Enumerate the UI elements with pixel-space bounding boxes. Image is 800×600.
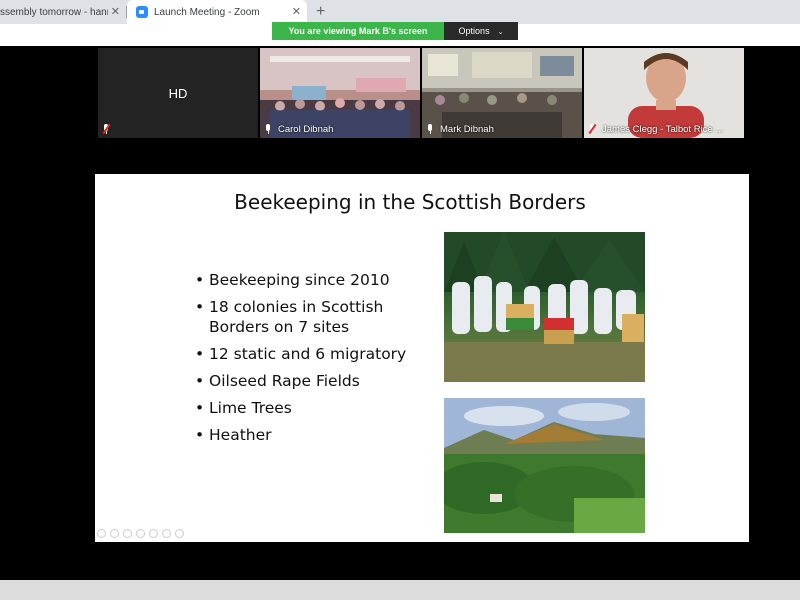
participant-tile[interactable]: James Clegg - Talbot Rice ... xyxy=(584,48,744,138)
browser-tab-assembly[interactable]: ssembly tomorrow - hanna ✕ xyxy=(0,0,126,24)
participant-name-label xyxy=(102,123,116,135)
browser-bottom-bar xyxy=(0,580,800,600)
share-status-text: You are viewing Mark B's screen xyxy=(272,22,444,40)
participant-tile[interactable]: HD xyxy=(98,48,258,138)
slide-control-icon[interactable] xyxy=(110,529,119,538)
screen-share-banner: You are viewing Mark B's screen Options ⌄ xyxy=(272,22,518,40)
slide-control-icon[interactable] xyxy=(97,529,106,538)
bullet-item: Oilseed Rape Fields xyxy=(195,371,435,391)
participant-name: Mark Dibnah xyxy=(440,124,494,135)
tab-title: ssembly tomorrow - hanna xyxy=(0,6,108,18)
slide-control-icon[interactable] xyxy=(175,529,184,538)
slide-control-icon[interactable] xyxy=(123,529,132,538)
bullet-item: Heather xyxy=(195,425,435,445)
bullet-item: Beekeeping since 2010 xyxy=(195,270,435,290)
mic-muted-icon xyxy=(588,123,597,135)
new-tab-button[interactable]: + xyxy=(316,2,325,22)
slide-bullet-list: Beekeeping since 2010 18 colonies in Sco… xyxy=(195,270,435,452)
close-icon[interactable]: ✕ xyxy=(111,5,120,19)
eildon-hills-photo xyxy=(444,398,645,533)
close-icon[interactable]: ✕ xyxy=(292,5,301,19)
participant-tile[interactable]: Carol Dibnah xyxy=(260,48,420,138)
slide-nav-controls xyxy=(97,529,184,538)
slide-control-icon[interactable] xyxy=(136,529,145,538)
mic-icon xyxy=(264,124,272,135)
slide-control-icon[interactable] xyxy=(162,529,171,538)
participant-name: Carol Dibnah xyxy=(278,124,334,135)
options-label: Options xyxy=(458,26,490,36)
beekeepers-photo xyxy=(444,232,645,382)
slide-title: Beekeeping in the Scottish Borders xyxy=(234,190,586,214)
chevron-down-icon: ⌄ xyxy=(497,29,504,36)
participant-initials: HD xyxy=(168,86,188,101)
participant-name-label: Carol Dibnah xyxy=(264,124,333,135)
participant-name: James Clegg - Talbot Rice ... xyxy=(602,124,724,135)
participant-name-label: Mark Dibnah xyxy=(426,124,494,135)
mic-muted-icon xyxy=(102,123,111,135)
view-options-button[interactable]: Options ⌄ xyxy=(444,22,518,40)
browser-tab-strip: ssembly tomorrow - hanna ✕ Launch Meetin… xyxy=(0,0,800,24)
tab-title: Launch Meeting - Zoom xyxy=(154,6,260,18)
participant-tile[interactable]: Mark Dibnah xyxy=(422,48,582,138)
bullet-item: Lime Trees xyxy=(195,398,435,418)
bullet-item: 18 colonies in Scottish Borders on 7 sit… xyxy=(195,297,435,337)
zoom-meeting-stage: HD Carol Dibnah Mark Dibnah James Clegg … xyxy=(0,46,800,580)
slide-control-icon[interactable] xyxy=(149,529,158,538)
participant-name-label: James Clegg - Talbot Rice ... xyxy=(588,123,724,135)
shared-screen-slide: Beekeeping in the Scottish Borders Beeke… xyxy=(95,174,749,542)
browser-tab-zoom[interactable]: Launch Meeting - Zoom ✕ xyxy=(127,0,307,24)
bullet-item: 12 static and 6 migratory xyxy=(195,344,435,364)
zoom-favicon-icon xyxy=(136,6,148,18)
mic-icon xyxy=(426,124,434,135)
